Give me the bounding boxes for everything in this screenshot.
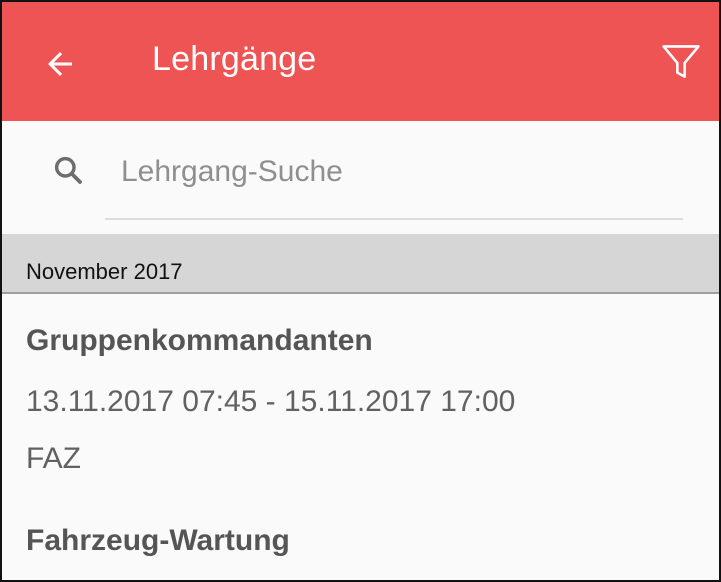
filter-button[interactable] (651, 32, 711, 92)
filter-funnel-icon (662, 45, 700, 78)
arrow-back-icon (48, 52, 72, 76)
search-underline (105, 218, 683, 220)
course-date-range: 13.11.2017 07:45 - 15.11.2017 17:00 (26, 385, 516, 418)
course-title: Fahrzeug-Wartung (26, 524, 290, 557)
app-bar: Lehrgänge (2, 2, 719, 121)
course-list-item[interactable]: Gruppenkommandanten 13.11.2017 07:45 - 1… (2, 294, 719, 494)
month-label: November 2017 (26, 259, 183, 284)
search-input[interactable] (105, 142, 696, 202)
app-screen: Lehrgänge November 2017 Gruppenkommandan… (0, 0, 721, 582)
month-section-header: November 2017 (2, 234, 719, 294)
course-title: Gruppenkommandanten (26, 324, 373, 357)
course-list-item[interactable]: Fahrzeug-Wartung (2, 494, 719, 580)
search-icon (54, 156, 82, 184)
back-button[interactable] (32, 36, 88, 92)
course-location: FAZ (26, 442, 82, 475)
page-title: Lehrgänge (152, 40, 317, 78)
